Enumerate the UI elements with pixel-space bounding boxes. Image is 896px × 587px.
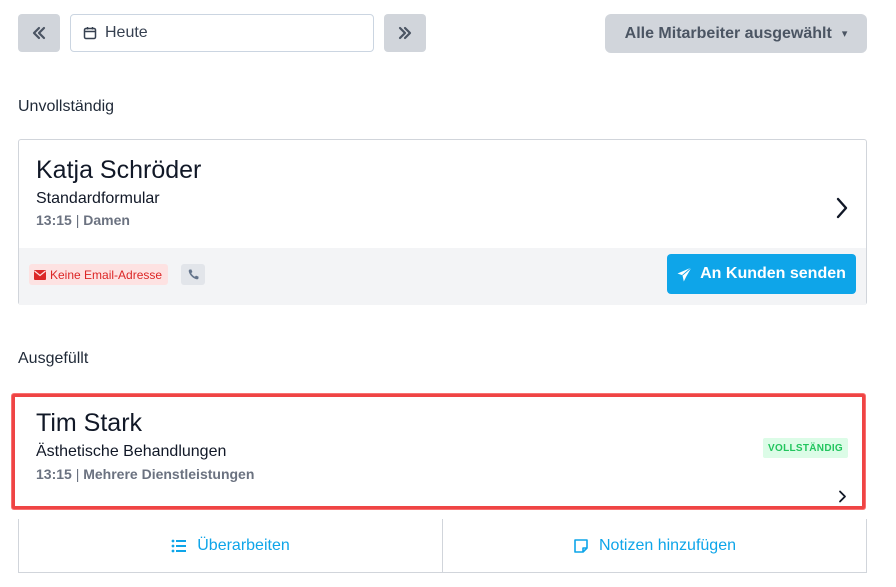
appointment-service: Damen xyxy=(83,212,130,228)
date-input[interactable]: Heute xyxy=(70,14,374,52)
phone-icon xyxy=(188,269,198,280)
double-chevron-left-icon xyxy=(32,26,46,40)
no-email-label: Keine Email-Adresse xyxy=(50,267,163,282)
send-button-label: An Kunden senden xyxy=(700,265,846,282)
appointment-service: Mehrere Dienstleistungen xyxy=(83,466,255,482)
staff-select[interactable]: Alle Mitarbeiter ausgewählt ▾ xyxy=(605,14,867,53)
appointment-time: 13:15 xyxy=(36,212,72,228)
send-to-client-button[interactable]: An Kunden senden xyxy=(667,254,856,294)
paper-plane-icon xyxy=(677,266,692,281)
add-notes-label: Notizen hinzufügen xyxy=(599,536,736,554)
meta-separator: | xyxy=(75,212,80,228)
section-title-complete: Ausgefüllt xyxy=(18,350,89,367)
list-icon xyxy=(171,539,187,552)
date-value: Heute xyxy=(105,24,148,41)
add-notes-button[interactable]: Notizen hinzufügen xyxy=(442,519,866,572)
previous-day-button[interactable] xyxy=(18,14,60,52)
section-title-incomplete: Unvollständig xyxy=(18,98,115,115)
card-actions: Überarbeiten Notizen hinzufügen xyxy=(18,519,867,573)
caret-down-icon: ▾ xyxy=(841,28,848,40)
client-name: Tim Stark xyxy=(36,409,143,437)
appointment-time: 13:15 xyxy=(36,466,72,482)
form-name: Ästhetische Behandlungen xyxy=(36,443,227,460)
card-footer: Keine Email-Adresse An Kunden senden xyxy=(19,248,866,305)
edit-button[interactable]: Überarbeiten xyxy=(19,519,442,572)
appointment-meta: 13:15 | Mehrere Dienstleistungen xyxy=(36,466,254,482)
phone-button[interactable] xyxy=(181,264,205,285)
chevron-right-icon[interactable] xyxy=(835,196,849,220)
no-email-badge: Keine Email-Adresse xyxy=(29,264,169,285)
calendar-icon xyxy=(83,27,97,40)
status-badge: VOLLSTÄNDIG xyxy=(763,438,848,458)
toolbar: Heute Alle Mitarbeiter ausgewählt ▾ xyxy=(18,14,867,53)
chevron-right-icon[interactable] xyxy=(838,490,847,503)
sticky-note-icon xyxy=(574,538,588,553)
appointment-meta: 13:15 | Damen xyxy=(36,212,130,228)
double-chevron-right-icon xyxy=(398,26,412,40)
completed-form-card[interactable]: Tim Stark Ästhetische Behandlungen 13:15… xyxy=(12,394,865,509)
incomplete-form-card[interactable]: Katja Schröder Standardformular 13:15 | … xyxy=(18,139,867,305)
envelope-icon xyxy=(34,269,46,280)
staff-select-label: Alle Mitarbeiter ausgewählt xyxy=(624,24,832,42)
client-name: Katja Schröder xyxy=(36,156,202,184)
meta-separator: | xyxy=(75,466,80,482)
form-name: Standardformular xyxy=(36,190,160,207)
edit-button-label: Überarbeiten xyxy=(197,536,290,554)
next-day-button[interactable] xyxy=(384,14,426,52)
